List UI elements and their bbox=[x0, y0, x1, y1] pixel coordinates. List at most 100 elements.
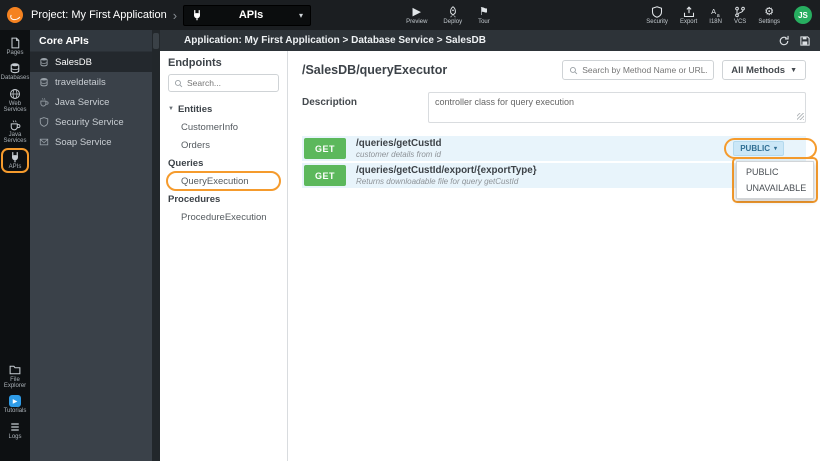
security-button[interactable]: Security bbox=[646, 6, 668, 25]
user-avatar[interactable]: JS bbox=[794, 6, 812, 24]
description-label: Description bbox=[302, 97, 358, 108]
endpoints-search[interactable] bbox=[168, 74, 279, 92]
sidebar-item-databases[interactable]: Databases bbox=[0, 59, 30, 84]
method-search[interactable] bbox=[562, 60, 715, 80]
security-label: Security bbox=[646, 18, 668, 25]
chevron-down-icon: ▾ bbox=[773, 146, 777, 152]
traveldetails-label: traveldetails bbox=[55, 76, 106, 88]
visibility-label: PUBLIC bbox=[740, 144, 770, 153]
endpoints-title: Endpoints bbox=[168, 57, 222, 69]
service-item-soap-service[interactable]: Soap Service bbox=[30, 132, 152, 152]
export-label: Export bbox=[679, 18, 698, 25]
web-services-label: Web Services bbox=[3, 100, 27, 113]
chevron-down-icon: ▼ bbox=[790, 66, 797, 74]
pages-icon bbox=[9, 37, 21, 49]
tree-section-queries[interactable]: Queries bbox=[168, 154, 279, 172]
page-title: /SalesDB/queryExecutor bbox=[302, 63, 448, 77]
tree-item-procedureexecution[interactable]: ProcedureExecution bbox=[168, 208, 279, 226]
preview-label: Preview bbox=[406, 18, 428, 25]
refresh-icon[interactable] bbox=[778, 35, 790, 47]
tree-item-orders[interactable]: Orders bbox=[168, 136, 279, 154]
topbar-right-actions: Security Export I18N VCS ⚙ Settings JS bbox=[646, 6, 820, 25]
shield-icon bbox=[39, 117, 49, 127]
i18n-label: I18N bbox=[709, 18, 722, 25]
endpoints-panel: Endpoints ▼ Entities CustomerInfo Orders… bbox=[160, 51, 288, 461]
sidebar-item-pages[interactable]: Pages bbox=[0, 34, 30, 59]
topbar: Project: My First Application › APIs ▾ ▶… bbox=[0, 0, 820, 30]
sidebar-item-file-explorer[interactable]: File Explorer bbox=[0, 361, 30, 393]
globe-icon bbox=[9, 88, 21, 100]
logs-list-icon bbox=[9, 421, 21, 433]
service-item-salesdb[interactable]: SalesDB bbox=[30, 52, 152, 72]
chevron-down-icon: ▾ bbox=[299, 10, 304, 20]
shield-icon bbox=[651, 6, 663, 18]
branch-icon bbox=[734, 6, 746, 18]
flag-icon: ⚑ bbox=[478, 5, 489, 18]
database-icon bbox=[39, 77, 49, 87]
sidebar-item-tutorials[interactable]: ▶ Tutorials bbox=[0, 392, 30, 417]
apis-label: APIs bbox=[8, 163, 22, 170]
sidebar-item-java-services[interactable]: Java Services bbox=[0, 116, 30, 148]
pages-label: Pages bbox=[6, 50, 24, 56]
preview-play-icon: ▶ bbox=[412, 5, 421, 18]
settings-button[interactable]: ⚙ Settings bbox=[758, 6, 780, 25]
endpoints-search-input[interactable] bbox=[187, 78, 273, 88]
folder-icon bbox=[9, 364, 21, 376]
endpoint-summary: customer details from id bbox=[356, 149, 441, 159]
wavemaker-logo[interactable] bbox=[7, 7, 23, 23]
api-plug-icon bbox=[9, 151, 21, 163]
databases-label: Databases bbox=[0, 75, 30, 82]
logs-label: Logs bbox=[8, 433, 22, 440]
tree-section-procedures[interactable]: Procedures bbox=[168, 190, 279, 208]
export-button[interactable]: Export bbox=[680, 6, 697, 25]
search-icon bbox=[569, 66, 578, 75]
endpoint-row-getcustid-export[interactable]: GET /queries/getCustId/export/{exportTyp… bbox=[302, 163, 806, 188]
visibility-dropdown[interactable]: PUBLIC ▾ bbox=[724, 138, 817, 159]
service-item-java-service[interactable]: Java Service bbox=[30, 92, 152, 112]
vcs-button[interactable]: VCS bbox=[734, 6, 746, 25]
gear-icon: ⚙ bbox=[764, 5, 775, 18]
i18n-button[interactable]: I18N bbox=[709, 6, 722, 25]
service-item-traveldetails[interactable]: traveldetails bbox=[30, 72, 152, 92]
description-textarea[interactable]: controller class for query execution bbox=[428, 92, 806, 123]
entities-header-label: Entities bbox=[177, 103, 213, 115]
tree-section-entities[interactable]: ▼ Entities bbox=[168, 100, 279, 118]
breadcrumb: Application: My First Application > Data… bbox=[184, 35, 486, 46]
tree-item-queryexecution[interactable]: QueryExecution bbox=[166, 171, 281, 191]
sidebar-item-apis[interactable]: APIs bbox=[0, 147, 30, 174]
coffee-icon bbox=[9, 119, 21, 131]
main-content: /SalesDB/queryExecutor All Methods ▼ Des… bbox=[288, 51, 820, 461]
tour-button[interactable]: ⚑ Tour bbox=[478, 6, 490, 25]
method-search-input[interactable] bbox=[582, 65, 708, 75]
main-header: /SalesDB/queryExecutor All Methods ▼ bbox=[288, 51, 820, 80]
tree-item-customerinfo[interactable]: CustomerInfo bbox=[168, 118, 279, 136]
preview-button[interactable]: ▶ Preview bbox=[406, 6, 427, 25]
menu-item-unavailable[interactable]: UNAVAILABLE bbox=[737, 180, 813, 196]
description-row: Description controller class for query e… bbox=[288, 80, 820, 123]
sidebar-item-web-services[interactable]: Web Services bbox=[0, 85, 30, 117]
apis-dropdown-label: APIs bbox=[238, 9, 264, 21]
method-filter-label: All Methods bbox=[731, 64, 786, 76]
panel-collapse-strip bbox=[152, 30, 160, 461]
envelope-icon bbox=[39, 137, 49, 147]
tutorials-play-icon: ▶ bbox=[9, 395, 21, 408]
save-icon[interactable] bbox=[799, 35, 811, 47]
service-item-security-service[interactable]: Security Service bbox=[30, 112, 152, 132]
menu-item-public[interactable]: PUBLIC bbox=[737, 164, 813, 180]
vcs-label: VCS bbox=[733, 18, 747, 25]
method-filter-dropdown[interactable]: All Methods ▼ bbox=[722, 60, 806, 80]
database-icon bbox=[39, 57, 49, 67]
queries-header-label: Queries bbox=[168, 157, 204, 169]
java-services-label: Java Services bbox=[3, 132, 27, 145]
settings-label: Settings bbox=[758, 18, 780, 25]
deploy-button[interactable]: Deploy bbox=[443, 6, 462, 25]
apis-dropdown[interactable]: APIs ▾ bbox=[183, 4, 312, 26]
breadcrumb-bar: Application: My First Application > Data… bbox=[160, 30, 820, 51]
panel-collapse-handle[interactable] bbox=[153, 33, 159, 49]
endpoint-row-getcustid[interactable]: GET /queries/getCustId customer details … bbox=[302, 136, 818, 203]
tour-label: Tour bbox=[478, 18, 490, 25]
method-badge-get: GET bbox=[304, 165, 346, 186]
project-label: Project: My First Application bbox=[31, 9, 167, 21]
core-apis-panel-title: Core APIs bbox=[30, 30, 152, 52]
sidebar-item-logs[interactable]: Logs bbox=[0, 418, 30, 443]
